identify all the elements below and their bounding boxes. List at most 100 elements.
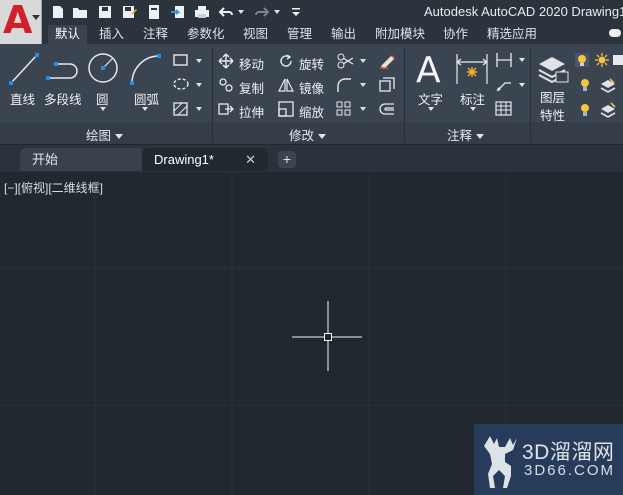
leader-icon[interactable] [495, 77, 513, 93]
move-label[interactable]: 移动 [239, 54, 264, 73]
new-file-icon[interactable] [50, 4, 66, 20]
tab-view[interactable]: 视图 [236, 25, 275, 44]
line-icon[interactable] [8, 52, 40, 86]
dimension-dropdown-icon[interactable] [470, 107, 476, 111]
tab-output[interactable]: 输出 [324, 25, 363, 44]
rectangle-icon[interactable] [172, 53, 190, 67]
text-icon[interactable]: A [414, 50, 446, 88]
dimension-label[interactable]: 标注 [460, 89, 485, 108]
modify-panel-title[interactable]: 修改 [289, 125, 327, 144]
layer-isolate-icon[interactable] [577, 77, 593, 93]
layer-on-icon[interactable] [574, 52, 590, 68]
ribbon-tab-bar: 默认 插入 注释 参数化 视图 管理 输出 附加模块 协作 精选应用 [42, 25, 623, 44]
ellipse-dropdown-icon[interactable] [196, 83, 202, 87]
tab-addins[interactable]: 附加模块 [368, 25, 432, 44]
trim-dropdown-icon[interactable] [360, 59, 366, 63]
stretch-label[interactable]: 拉伸 [239, 102, 264, 121]
layer-properties-label-line2[interactable]: 特性 [540, 105, 565, 124]
layer-match-icon[interactable] [599, 77, 617, 93]
ribbon: 直线 多段线 圆 圆弧 绘图 移动 旋转 复制 镜像 拉伸 缩放 修改 A 文字… [0, 44, 623, 144]
mirror-icon[interactable] [278, 77, 294, 93]
linear-dimension-dropdown-icon[interactable] [519, 58, 525, 62]
fillet-icon[interactable] [336, 77, 352, 93]
circle-label[interactable]: 圆 [96, 89, 109, 108]
tab-manage[interactable]: 管理 [280, 25, 319, 44]
redo-dropdown-icon[interactable] [274, 10, 280, 14]
tab-parametric[interactable]: 参数化 [180, 25, 232, 44]
window-title: Autodesk AutoCAD 2020 Drawing1.dwg [424, 4, 623, 19]
chevron-down-icon [115, 134, 124, 140]
layer-thaw-icon[interactable] [594, 52, 610, 68]
save-as-icon[interactable] [121, 4, 137, 20]
layer-color-icon[interactable] [612, 52, 623, 68]
ribbon-display-toggle-icon[interactable] [609, 29, 621, 37]
leader-dropdown-icon[interactable] [519, 83, 525, 87]
tab-start[interactable]: 开始 [20, 148, 144, 171]
line-label[interactable]: 直线 [10, 89, 35, 108]
copy-label[interactable]: 复制 [239, 78, 264, 97]
undo-dropdown-icon[interactable] [238, 10, 244, 14]
fillet-dropdown-icon[interactable] [360, 83, 366, 87]
text-dropdown-icon[interactable] [428, 107, 434, 111]
rotate-icon[interactable] [278, 53, 294, 69]
tab-featured-apps[interactable]: 精选应用 [480, 25, 544, 44]
viewport-controls[interactable]: [−][俯视][二维线框] [4, 179, 103, 196]
annotation-panel-title[interactable]: 注释 [447, 125, 485, 144]
customize-dropdown-icon[interactable] [288, 4, 304, 20]
print-icon[interactable] [194, 4, 210, 20]
close-icon[interactable]: ✕ [245, 148, 256, 171]
hatch-icon[interactable] [172, 101, 190, 117]
open-folder-icon[interactable] [72, 4, 88, 20]
table-icon[interactable] [495, 101, 513, 117]
circle-dropdown-icon[interactable] [100, 107, 106, 111]
offset-icon[interactable] [378, 101, 396, 117]
tab-home[interactable]: 默认 [48, 25, 88, 44]
move-icon[interactable] [218, 53, 234, 69]
drawing-canvas[interactable]: [−][俯视][二维线框] 3D溜溜网 3D66.COM [0, 172, 623, 495]
chevron-down-icon [32, 15, 40, 20]
redo-icon[interactable] [254, 4, 270, 20]
erase-icon[interactable] [378, 52, 396, 70]
arc-dropdown-icon[interactable] [142, 107, 148, 111]
watermark-logo: 3D溜溜网 3D66.COM [474, 424, 623, 495]
layers-panel-titlebar [531, 122, 623, 144]
layer-freeze-icon[interactable] [577, 102, 593, 118]
text-label[interactable]: 文字 [418, 89, 443, 108]
dimension-icon[interactable] [455, 52, 489, 86]
new-tab-button[interactable]: + [278, 151, 296, 168]
save-icon[interactable] [97, 4, 113, 20]
layer-properties-icon[interactable] [536, 52, 570, 84]
scale-label[interactable]: 缩放 [299, 102, 324, 121]
tab-insert[interactable]: 插入 [92, 25, 131, 44]
arc-label[interactable]: 圆弧 [134, 89, 159, 108]
mirror-label[interactable]: 镜像 [299, 78, 324, 97]
layer-properties-label-line1[interactable]: 图层 [540, 87, 565, 106]
scale-icon[interactable] [278, 101, 294, 117]
trim-icon[interactable] [336, 52, 354, 70]
layer-previous-icon[interactable] [599, 102, 617, 118]
tab-drawing1[interactable]: Drawing1* ✕ [142, 148, 268, 171]
array-dropdown-icon[interactable] [360, 107, 366, 111]
linear-dimension-icon[interactable] [495, 52, 513, 68]
polyline-icon[interactable] [46, 58, 80, 82]
circle-icon[interactable] [86, 51, 120, 85]
tab-annotate[interactable]: 注释 [136, 25, 175, 44]
draw-panel-title[interactable]: 绘图 [86, 125, 124, 144]
explode-icon[interactable] [378, 77, 396, 93]
polyline-label[interactable]: 多段线 [44, 89, 82, 108]
ellipse-icon[interactable] [172, 77, 190, 91]
document-tab-bar: 开始 Drawing1* ✕ + [0, 145, 623, 172]
watermark-url: 3D66.COM [524, 462, 616, 479]
undo-icon[interactable] [218, 4, 234, 20]
rectangle-dropdown-icon[interactable] [196, 59, 202, 63]
cloud-save-icon[interactable] [146, 4, 162, 20]
tab-collaborate[interactable]: 协作 [436, 25, 475, 44]
arc-icon[interactable] [128, 52, 162, 86]
stretch-icon[interactable] [218, 101, 234, 117]
hatch-dropdown-icon[interactable] [196, 107, 202, 111]
rotate-label[interactable]: 旋转 [299, 54, 324, 73]
copy-icon[interactable] [218, 77, 234, 93]
import-icon[interactable] [170, 4, 186, 20]
array-icon[interactable] [336, 101, 352, 117]
application-menu-button[interactable]: A [0, 0, 42, 44]
